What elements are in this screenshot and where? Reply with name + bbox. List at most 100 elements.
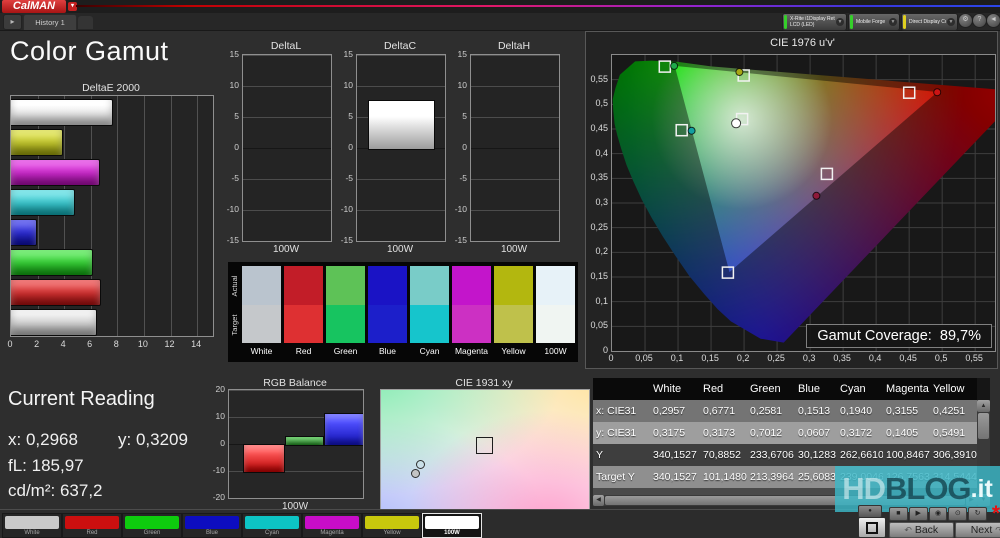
table-row[interactable]: y: CIE31 0,3175 0,3173 0,7012 0,0607 0,3172 0,… [593, 422, 977, 444]
patch-button-cyan[interactable]: Cyan [242, 513, 302, 538]
chart-title: CIE 1976 u'v' [770, 37, 835, 49]
reading-x: x: 0,2968 [8, 430, 78, 449]
stop-icon [866, 522, 878, 534]
scroll-left-icon[interactable]: ◀ [593, 495, 604, 506]
play-icon[interactable]: ▶ [908, 507, 928, 521]
axis-tick-label: 0,15 [701, 353, 719, 363]
patch-label: Yellow [501, 346, 526, 356]
gridline [243, 148, 331, 149]
gridline [471, 241, 559, 242]
speaker-icon[interactable]: ◄ [986, 13, 1000, 28]
bar-Blue [11, 219, 38, 246]
refresh-icon[interactable]: ↻ [968, 507, 987, 521]
patch-swatch [245, 516, 299, 529]
patch-button-green[interactable]: Green [122, 513, 182, 538]
axis-tick-label: 0,1 [670, 353, 684, 363]
table-row[interactable]: Y 340,1527 70,8852 233,6706 30,1283 262,6610 1… [593, 444, 977, 466]
patch-compare-table: Actual Target White Red Green Blue Cyan Magen… [228, 262, 578, 362]
row-label: Y [596, 449, 604, 461]
axis-tick-label: -5 [345, 173, 353, 183]
patch-compare-white: White [242, 266, 281, 356]
target-swatch [284, 305, 323, 343]
gridline [117, 96, 119, 336]
axis-tick-label: 15 [229, 49, 239, 59]
target-icon[interactable]: ⊙ [948, 507, 968, 521]
cell-value: 262,6610 [840, 449, 883, 461]
tab-history[interactable]: History 1 [23, 14, 77, 30]
patch-button-yellow[interactable]: Yellow [362, 513, 422, 538]
axis-tick-label: 6 [87, 339, 93, 349]
back-button[interactable]: ↶ Back [889, 522, 954, 538]
patch-button-magenta[interactable]: Magenta [302, 513, 362, 538]
patch-label: Magenta [454, 346, 489, 356]
bar-red [243, 444, 285, 473]
gridline [143, 96, 145, 336]
watermark-text: .it [970, 474, 993, 503]
history-expand-button[interactable]: ▸ [3, 14, 22, 30]
scrollbar-thumb[interactable] [978, 413, 989, 439]
row-label: y: CIE31 [596, 427, 637, 439]
table-row[interactable]: x: CIE31 0,2957 0,6771 0,2581 0,1513 0,1940 0,… [593, 400, 977, 422]
stop-icon[interactable]: ■ [889, 507, 908, 521]
cell-value: 340,1527 [653, 471, 697, 483]
patch-button-blue[interactable]: Blue [182, 513, 242, 538]
settings-icon[interactable]: ⚙ [958, 13, 973, 28]
gridline [471, 179, 559, 180]
gridline [243, 55, 331, 56]
deltal-plot-area [242, 54, 332, 242]
tab-stub[interactable] [78, 16, 93, 29]
axis-tick-label: 0,3 [802, 353, 816, 363]
measured-marker-green [670, 61, 679, 70]
axis-tick-label: 0 [7, 339, 13, 349]
target-swatch [536, 305, 575, 343]
axis-tick-label: 15 [457, 49, 467, 59]
meter-dropdown[interactable]: X-Rite i1Display Retail LCD (LED) ▼ [782, 13, 847, 31]
y-axis-labels: 15 10 5 0 -5 -10 -15 [452, 49, 469, 245]
chevron-down-icon: ▼ [836, 18, 844, 26]
column-header-Yellow: Yellow [933, 383, 965, 395]
patch-label: Yellow [383, 530, 401, 536]
column-header-Green: Green [750, 383, 781, 395]
cell-value: 0,3175 [653, 427, 686, 439]
actual-swatch [494, 266, 533, 305]
cie1931-plot-area [380, 389, 590, 514]
help-icon[interactable]: ? [972, 13, 987, 28]
display-control-dropdown[interactable]: Direct Display Control ▼ [901, 13, 958, 31]
axis-tick-label: 10 [137, 339, 148, 349]
axis-tick-label: 0,35 [590, 172, 608, 183]
patch-button-white[interactable]: White [2, 513, 62, 538]
gridline [357, 86, 445, 87]
deltae2000-x-axis: 0 2 4 6 8 10 12 14 [7, 339, 212, 351]
scroll-up-icon[interactable]: ▲ [977, 400, 990, 412]
rgb-balance-chart: RGB Balance 20 10 0 -10 -20 100W [208, 377, 366, 517]
next-button[interactable]: Next ↷ [954, 522, 1000, 538]
axis-tick-label: 10 [229, 80, 239, 90]
axis-tick-label: 20 [215, 384, 225, 394]
axis-tick-label: 0,45 [590, 123, 608, 133]
target-swatch [494, 305, 533, 343]
app-logo: CalMAN ▾ [2, 0, 77, 13]
measured-marker [410, 469, 420, 478]
axis-tick-label: 5 [234, 111, 239, 121]
axis-tick-label: 10 [343, 80, 353, 90]
y-axis-labels: 0 0,05 0,1 0,15 0,2 0,25 0,3 0,35 0,4 0,45 0,5 0,55 [586, 54, 609, 355]
column-header-row-label [593, 378, 650, 400]
record-icon[interactable]: ◉ [928, 507, 948, 521]
gridline [243, 117, 331, 118]
source-dropdown[interactable]: Mobile Forge ▼ [848, 13, 900, 31]
stop-button[interactable] [858, 517, 886, 538]
reading-y: y: 0,3209 [118, 430, 188, 449]
patch-label: White [250, 346, 273, 356]
cell-value: 0,1405 [886, 427, 919, 439]
deltah-chart: DeltaH 15 10 5 0 -5 -10 -15 100W [452, 40, 560, 260]
patch-button-red[interactable]: Red [62, 513, 122, 538]
patch-button-100w[interactable]: 100W [422, 513, 482, 538]
actual-swatch [368, 266, 407, 305]
axis-tick-label: 0,1 [595, 295, 608, 306]
axis-tick-label: 14 [191, 339, 202, 349]
gridline [243, 179, 331, 180]
cell-value: 0,0607 [798, 427, 831, 439]
cell-value: 306,3910 [933, 449, 977, 461]
cell-value: 0,1940 [840, 405, 873, 417]
page-title: Color Gamut [10, 36, 169, 66]
